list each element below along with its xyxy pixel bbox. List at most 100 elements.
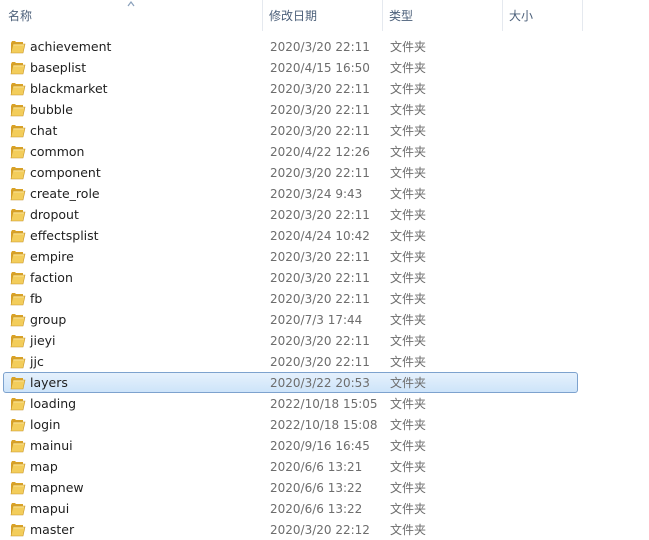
file-type: 文件夹 — [390, 250, 427, 264]
column-header-name-label: 名称 — [8, 9, 33, 23]
file-row[interactable]: mapui 2020/6/6 13:22 文件夹 — [3, 498, 578, 519]
file-row[interactable]: dropout 2020/3/20 22:11 文件夹 — [3, 204, 578, 225]
file-row[interactable]: baseplist 2020/4/15 16:50 文件夹 — [3, 57, 578, 78]
folder-icon — [10, 524, 26, 537]
column-header-type[interactable]: 类型 — [383, 0, 503, 31]
column-header-size[interactable]: 大小 — [503, 0, 583, 31]
column-header-bar: 名称 修改日期 类型 大小 — [0, 0, 649, 31]
folder-icon — [10, 83, 26, 96]
modified-date: 2020/3/20 22:11 — [270, 334, 370, 348]
modified-date: 2020/3/24 9:43 — [270, 187, 363, 201]
file-row[interactable]: mainui 2020/9/16 16:45 文件夹 — [3, 435, 578, 456]
modified-date: 2020/3/20 22:11 — [270, 124, 370, 138]
file-type: 文件夹 — [390, 271, 427, 285]
folder-icon — [10, 503, 26, 516]
folder-icon — [10, 230, 26, 243]
folder-icon — [10, 440, 26, 453]
file-type: 文件夹 — [390, 61, 427, 75]
file-type: 文件夹 — [390, 229, 427, 243]
modified-date: 2020/3/20 22:11 — [270, 355, 370, 369]
file-name: jieyi — [30, 333, 56, 348]
file-name: blackmarket — [30, 81, 108, 96]
column-header-name[interactable]: 名称 — [2, 0, 263, 31]
sort-ascending-caret-icon — [127, 0, 135, 7]
file-type: 文件夹 — [390, 82, 427, 96]
folder-icon — [10, 314, 26, 327]
file-row[interactable]: master 2020/3/20 22:12 文件夹 — [3, 519, 578, 540]
file-row[interactable]: create_role 2020/3/24 9:43 文件夹 — [3, 183, 578, 204]
modified-date: 2020/7/3 17:44 — [270, 313, 363, 327]
modified-date: 2020/4/22 12:26 — [270, 145, 370, 159]
file-name: mapnew — [30, 480, 84, 495]
file-row[interactable]: blackmarket 2020/3/20 22:11 文件夹 — [3, 78, 578, 99]
file-row[interactable]: common 2020/4/22 12:26 文件夹 — [3, 141, 578, 162]
file-type: 文件夹 — [390, 523, 427, 537]
modified-date: 2020/3/20 22:11 — [270, 292, 370, 306]
file-type: 文件夹 — [390, 502, 427, 516]
column-header-date[interactable]: 修改日期 — [263, 0, 383, 31]
column-header-type-label: 类型 — [389, 9, 414, 23]
file-row[interactable]: empire 2020/3/20 22:11 文件夹 — [3, 246, 578, 267]
modified-date: 2020/3/20 22:11 — [270, 208, 370, 222]
modified-date: 2020/6/6 13:22 — [270, 502, 363, 516]
file-row[interactable]: layers 2020/3/22 20:53 文件夹 — [3, 372, 578, 393]
file-row[interactable]: loading 2022/10/18 15:05 文件夹 — [3, 393, 578, 414]
folder-icon — [10, 398, 26, 411]
folder-icon — [10, 293, 26, 306]
file-name: achievement — [30, 39, 112, 54]
file-type: 文件夹 — [390, 313, 427, 327]
modified-date: 2020/4/15 16:50 — [270, 61, 370, 75]
folder-icon — [10, 167, 26, 180]
file-name: common — [30, 144, 85, 159]
folder-icon — [10, 41, 26, 54]
file-row[interactable]: faction 2020/3/20 22:11 文件夹 — [3, 267, 578, 288]
file-name: bubble — [30, 102, 73, 117]
file-row[interactable]: group 2020/7/3 17:44 文件夹 — [3, 309, 578, 330]
modified-date: 2020/6/6 13:22 — [270, 481, 363, 495]
file-type: 文件夹 — [390, 376, 427, 390]
file-type: 文件夹 — [390, 292, 427, 306]
file-row[interactable]: effectsplist 2020/4/24 10:42 文件夹 — [3, 225, 578, 246]
file-row[interactable]: jjc 2020/3/20 22:11 文件夹 — [3, 351, 578, 372]
file-name: loading — [30, 396, 77, 411]
file-row[interactable]: bubble 2020/3/20 22:11 文件夹 — [3, 99, 578, 120]
folder-icon — [10, 104, 26, 117]
file-type: 文件夹 — [390, 355, 427, 369]
file-row[interactable]: component 2020/3/20 22:11 文件夹 — [3, 162, 578, 183]
modified-date: 2020/3/22 20:53 — [270, 376, 370, 390]
file-type: 文件夹 — [390, 103, 427, 117]
folder-icon — [10, 377, 26, 390]
file-row[interactable]: login 2022/10/18 15:08 文件夹 — [3, 414, 578, 435]
file-name: mapui — [30, 501, 70, 516]
file-name: chat — [30, 123, 58, 138]
file-name: create_role — [30, 186, 100, 201]
file-type: 文件夹 — [390, 481, 427, 495]
folder-icon — [10, 419, 26, 432]
file-row[interactable]: mapnew 2020/6/6 13:22 文件夹 — [3, 477, 578, 498]
folder-icon — [10, 62, 26, 75]
modified-date: 2020/3/20 22:11 — [270, 103, 370, 117]
modified-date: 2020/3/20 22:12 — [270, 523, 370, 537]
column-header-size-label: 大小 — [509, 9, 534, 23]
file-row[interactable]: jieyi 2020/3/20 22:11 文件夹 — [3, 330, 578, 351]
modified-date: 2020/3/20 22:11 — [270, 166, 370, 180]
file-name: layers — [30, 375, 68, 390]
folder-icon — [10, 356, 26, 369]
file-name: component — [30, 165, 101, 180]
file-row[interactable]: map 2020/6/6 13:21 文件夹 — [3, 456, 578, 477]
modified-date: 2020/3/20 22:11 — [270, 271, 370, 285]
file-row[interactable]: fb 2020/3/20 22:11 文件夹 — [3, 288, 578, 309]
file-name: jjc — [30, 354, 44, 369]
modified-date: 2020/3/20 22:11 — [270, 250, 370, 264]
file-row[interactable]: achievement 2020/3/20 22:11 文件夹 — [3, 36, 578, 57]
file-type: 文件夹 — [390, 397, 427, 411]
file-row[interactable]: chat 2020/3/20 22:11 文件夹 — [3, 120, 578, 141]
folder-icon — [10, 482, 26, 495]
folder-icon — [10, 251, 26, 264]
folder-icon — [10, 188, 26, 201]
file-name: fb — [30, 291, 43, 306]
file-type: 文件夹 — [390, 124, 427, 138]
modified-date: 2020/3/20 22:11 — [270, 40, 370, 54]
file-name: effectsplist — [30, 228, 99, 243]
file-type: 文件夹 — [390, 460, 427, 474]
